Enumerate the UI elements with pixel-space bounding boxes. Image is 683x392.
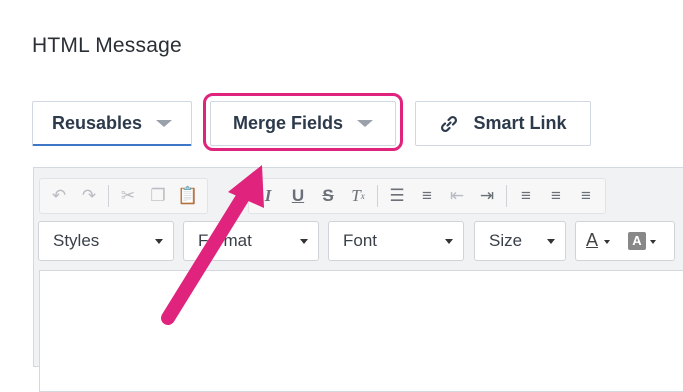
size-dropdown[interactable]: Size [474,221,566,261]
align-center-icon[interactable]: ≡ [544,184,568,208]
smart-link-button[interactable]: Smart Link [415,101,591,146]
font-dropdown[interactable]: Font [328,221,464,261]
styles-dropdown[interactable]: Styles [38,221,174,261]
text-color-icon[interactable]: A [586,230,598,251]
toolbar-divider [108,185,109,207]
indent-icon[interactable]: ⇥ [475,184,499,208]
underline-icon[interactable]: U [286,184,310,208]
editor-toolbar-row2: Styles Format Font Size A A [38,221,683,263]
color-controls: A A [575,221,675,261]
toolbar-divider [506,185,507,207]
toolbar-group-history: ↶ ↷ ✂ ❐ 📋 [39,178,208,214]
chevron-down-icon [155,239,163,244]
chevron-down-icon [650,240,656,244]
strikethrough-icon[interactable]: S [316,184,340,208]
undo-icon[interactable]: ↶ [47,184,71,208]
editor-toolbar-row1: ↶ ↷ ✂ ❐ 📋 I U S Tx ☰ ≡ ⇤ ⇥ ≡ ≡ ≡ [39,176,683,216]
font-label: Font [343,231,378,250]
align-left-icon[interactable]: ≡ [514,184,538,208]
highlight-box [203,93,403,151]
outdent-icon[interactable]: ⇤ [445,184,469,208]
clear-format-icon[interactable]: Tx [346,184,370,208]
page-title: HTML Message [32,34,182,57]
format-label: Format [198,231,252,250]
styles-label: Styles [53,231,100,250]
smart-link-label: Smart Link [473,113,567,133]
size-label: Size [489,231,523,250]
paste-icon[interactable]: 📋 [176,184,200,208]
reusables-button[interactable]: Reusables [32,101,192,146]
cut-icon[interactable]: ✂ [116,184,140,208]
chevron-down-icon [547,239,555,244]
numbered-list-icon[interactable]: ☰ [385,184,409,208]
chevron-down-icon [445,239,453,244]
editor-content-area[interactable] [39,270,683,392]
redo-icon[interactable]: ↷ [77,184,101,208]
toolbar-divider [377,185,378,207]
copy-icon[interactable]: ❐ [146,184,170,208]
bulleted-list-icon[interactable]: ≡ [415,184,439,208]
toolbar-group-format: I U S Tx ☰ ≡ ⇤ ⇥ ≡ ≡ ≡ [248,178,606,214]
reusables-label: Reusables [51,112,143,133]
align-right-icon[interactable]: ≡ [574,184,598,208]
link-icon [441,115,458,132]
background-color-icon[interactable]: A [628,232,646,250]
italic-icon[interactable]: I [256,184,280,208]
format-dropdown[interactable]: Format [183,221,319,261]
rich-text-editor: ↶ ↷ ✂ ❐ 📋 I U S Tx ☰ ≡ ⇤ ⇥ ≡ ≡ ≡ Styles [33,167,683,392]
chevron-down-icon [604,240,610,244]
chevron-down-icon [300,239,308,244]
chevron-down-icon [156,119,173,127]
